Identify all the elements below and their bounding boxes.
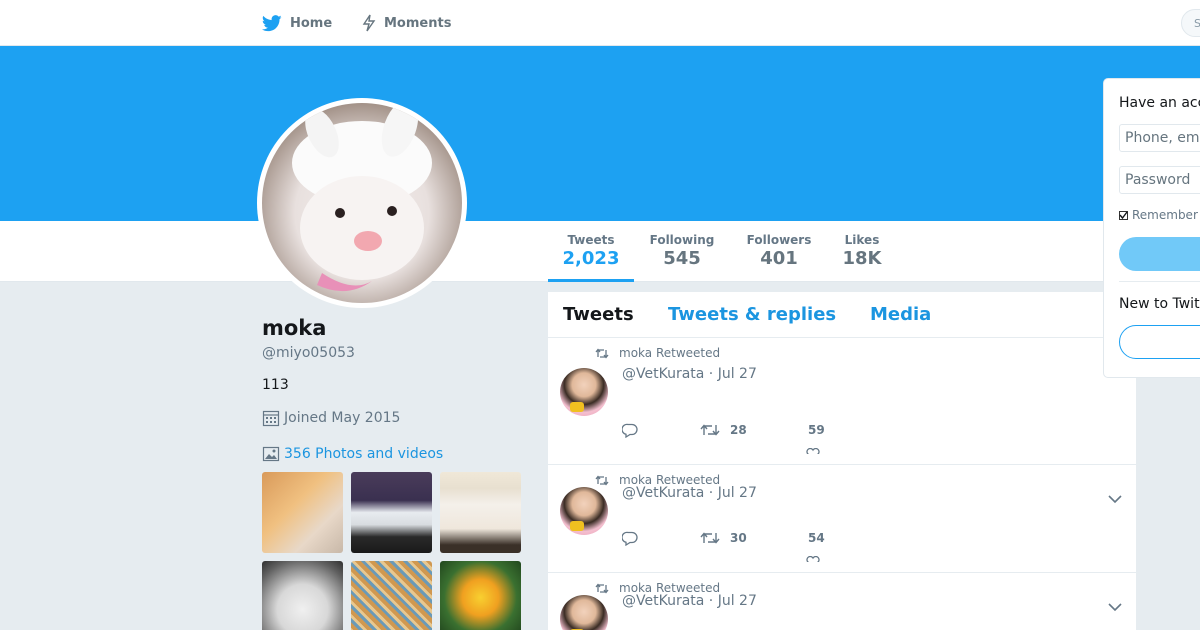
profile-avatar[interactable] (257, 98, 467, 308)
photos-videos-label: 356 Photos and videos (284, 446, 444, 462)
new-to-twitter-label: New to Twit (1119, 296, 1200, 312)
retweet-context: moka Retweeted (595, 346, 720, 360)
nav-home[interactable]: Home (262, 0, 332, 46)
nav-moments-label: Moments (384, 15, 452, 31)
divider (1119, 281, 1200, 282)
photo-thumbnail[interactable] (351, 472, 432, 553)
photo-thumbnail[interactable] (440, 472, 521, 553)
photos-videos-link[interactable]: 356 Photos and videos (262, 445, 443, 463)
timeline-tabs: Tweets Tweets & replies Media (548, 292, 1136, 338)
signup-button[interactable] (1119, 325, 1200, 359)
phone-email-field[interactable]: Phone, ema (1119, 124, 1200, 152)
retweet-icon (700, 532, 720, 544)
photo-thumbnail[interactable] (351, 561, 432, 630)
tweet[interactable]: moka Retweeted @VetKurata · Jul 27 (548, 573, 1136, 630)
stat-value: 2,023 (562, 248, 620, 269)
retweet-count: 30 (730, 531, 747, 545)
tab-tweets[interactable]: Tweets (563, 304, 634, 325)
login-panel: Have an acc Phone, ema Password Remember… (1103, 78, 1200, 378)
heart-icon (806, 448, 820, 454)
timeline: Tweets Tweets & replies Media moka Retwe… (548, 292, 1136, 630)
profile-stats-bar: Tweets 2,023 Following 545 Followers 401… (0, 221, 1200, 282)
tweet-avatar[interactable] (560, 368, 608, 416)
nav-home-label: Home (290, 15, 333, 31)
ferret-illustration (292, 103, 432, 292)
like-count: 54 (808, 531, 825, 545)
photo-thumbnail[interactable] (262, 472, 343, 553)
reply-button[interactable] (622, 531, 638, 546)
profile-joined: Joined May 2015 (262, 409, 400, 427)
profile-bio: 113 (262, 377, 289, 393)
profile-handle[interactable]: @miyo05053 (262, 345, 355, 361)
reply-icon (622, 423, 638, 438)
stat-value: 18K (842, 248, 882, 269)
profile-name[interactable]: moka (262, 316, 326, 340)
tab-media[interactable]: Media (870, 304, 931, 325)
login-button[interactable] (1119, 237, 1200, 271)
tweet-header[interactable]: @VetKurata · Jul 27 (622, 593, 757, 609)
tweet-header[interactable]: @VetKurata · Jul 27 (622, 485, 757, 501)
chevron-down-icon[interactable] (1108, 489, 1122, 508)
stat-label: Likes (844, 233, 880, 247)
login-title: Have an acc (1119, 95, 1200, 111)
stat-tweets[interactable]: Tweets 2,023 (548, 221, 634, 282)
lightning-icon (362, 14, 376, 32)
reply-icon (622, 531, 638, 546)
stat-following[interactable]: Following 545 (646, 233, 718, 271)
calendar-icon (262, 410, 280, 427)
password-field[interactable]: Password (1119, 166, 1200, 194)
joined-label: Joined May 2015 (284, 410, 401, 426)
stat-value: 401 (760, 248, 798, 269)
reply-button[interactable] (622, 423, 638, 438)
stat-likes[interactable]: Likes 18K (840, 233, 884, 271)
like-count: 59 (808, 423, 825, 437)
ferret-photo (262, 103, 462, 303)
chevron-down-icon[interactable] (1108, 597, 1122, 616)
profile-banner (0, 46, 1200, 221)
tweet[interactable]: moka Retweeted @VetKurata · Jul 27 28 59 (548, 338, 1136, 465)
tweet-avatar[interactable] (560, 487, 608, 535)
retweet-count: 28 (730, 423, 747, 437)
stat-label: Followers (746, 233, 812, 247)
retweet-label: moka Retweeted (619, 346, 721, 360)
tab-tweets-replies[interactable]: Tweets & replies (668, 304, 836, 325)
nav-moments[interactable]: Moments (362, 0, 451, 46)
remember-label: Remember (1132, 208, 1198, 222)
stat-followers[interactable]: Followers 401 (743, 233, 815, 271)
like-button[interactable]: 59 (808, 423, 825, 437)
stat-label: Tweets (567, 233, 615, 247)
retweet-button[interactable]: 28 (700, 423, 747, 437)
retweet-icon (595, 474, 609, 486)
twitter-bird-icon (262, 14, 282, 31)
remember-me[interactable]: Remember (1119, 208, 1198, 222)
remember-checkbox[interactable] (1119, 210, 1128, 220)
search-input[interactable]: S (1181, 9, 1200, 37)
like-button[interactable]: 54 (808, 531, 825, 545)
tweet-avatar[interactable] (560, 595, 608, 630)
image-icon (262, 446, 280, 462)
retweet-button[interactable]: 30 (700, 531, 747, 545)
retweet-icon (700, 424, 720, 436)
photo-thumbnail[interactable] (262, 561, 343, 630)
photo-thumbnail[interactable] (440, 561, 521, 630)
stat-label: Following (649, 233, 715, 247)
retweet-icon (595, 582, 609, 594)
retweet-icon (595, 347, 609, 359)
tweet[interactable]: moka Retweeted @VetKurata · Jul 27 30 54 (548, 465, 1136, 573)
top-navigation: Home Moments S (0, 0, 1200, 46)
tweet-header[interactable]: @VetKurata · Jul 27 (622, 366, 757, 382)
stat-value: 545 (663, 248, 701, 269)
heart-icon (806, 556, 820, 562)
